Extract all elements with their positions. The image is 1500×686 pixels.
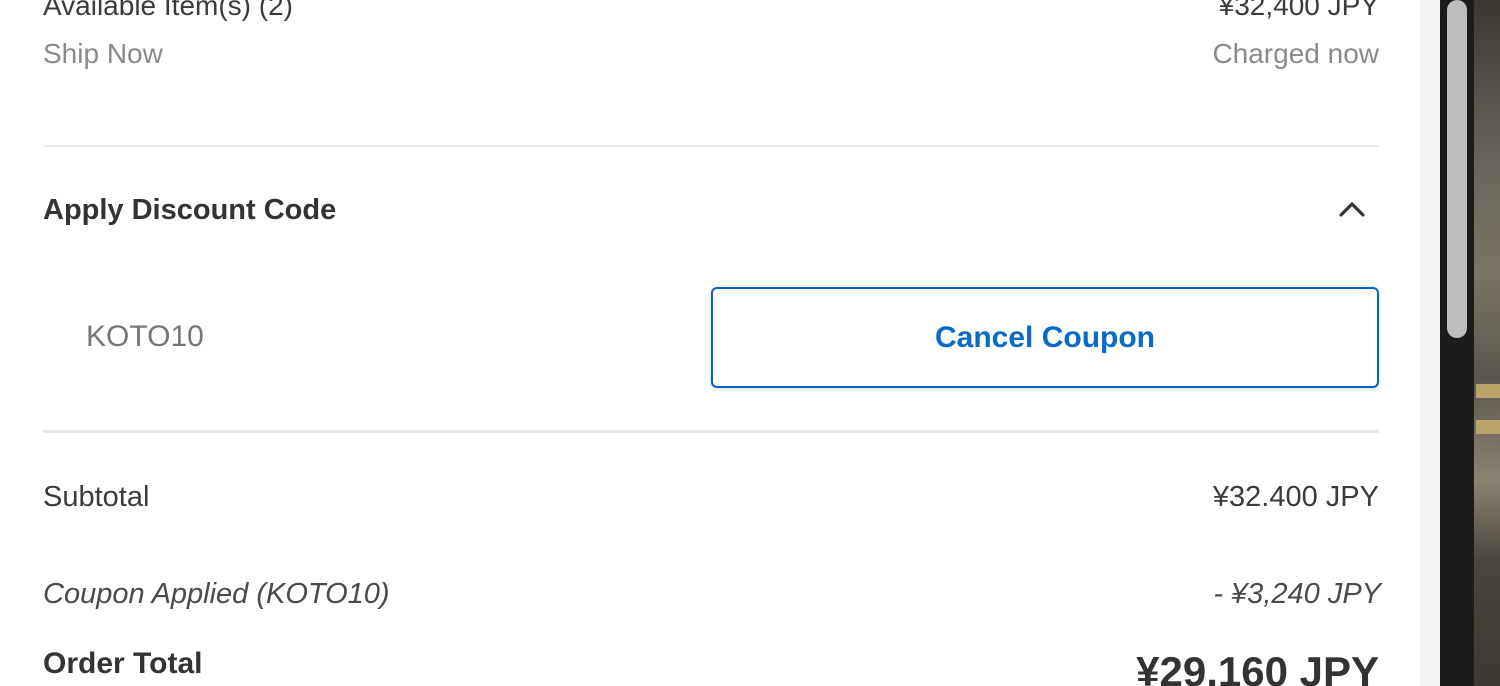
subtotal-label: Subtotal (43, 481, 150, 513)
discount-code-input[interactable] (43, 288, 683, 386)
subtotal-value: ¥32.400 JPY (1212, 481, 1379, 513)
order-total-label: Order Total (43, 647, 203, 680)
subtotal-row: Subtotal ¥32.400 JPY (43, 476, 1379, 518)
order-summary-panel: Available Item(s) (2) ¥32,400 JPY Ship N… (0, 0, 1420, 686)
available-items-label: Available Item(s) (2) (43, 0, 294, 21)
discount-code-title: Apply Discount Code (43, 194, 337, 226)
divider (43, 145, 1379, 147)
order-total-row: Order Total ¥29,160 JPY (43, 640, 1379, 686)
background-photo (1474, 0, 1500, 686)
available-items-amount: ¥32,400 JPY (1218, 0, 1379, 21)
chevron-up-icon[interactable] (1337, 194, 1367, 224)
order-total-value: ¥29,160 JPY (1136, 648, 1379, 686)
charged-now-label: Charged now (1212, 38, 1379, 69)
background-window (1476, 384, 1500, 398)
divider (43, 430, 1379, 433)
coupon-applied-value: - ¥3,240 JPY (1213, 578, 1381, 610)
coupon-applied-row: Coupon Applied (KOTO10) - ¥3,240 JPY (43, 573, 1381, 615)
cancel-coupon-button[interactable]: Cancel Coupon (711, 287, 1379, 388)
ship-now-label: Ship Now (43, 38, 163, 69)
ship-now-row: Ship Now Charged now (43, 34, 1379, 74)
panel-edge (1420, 0, 1440, 686)
coupon-applied-label: Coupon Applied (KOTO10) (43, 578, 390, 610)
discount-code-header[interactable]: Apply Discount Code (43, 188, 1379, 232)
background-window (1476, 420, 1500, 434)
scrollbar-thumb[interactable] (1447, 0, 1467, 338)
available-items-row: Available Item(s) (2) ¥32,400 JPY (43, 0, 1379, 26)
order-summary-content: Available Item(s) (2) ¥32,400 JPY Ship N… (43, 0, 1381, 686)
